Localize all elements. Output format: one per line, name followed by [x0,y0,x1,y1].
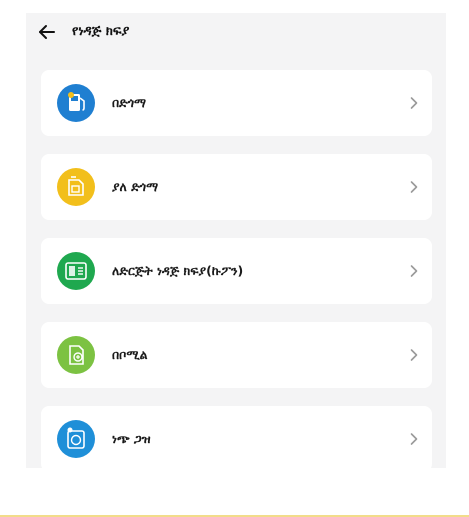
option-icon-circle [57,336,95,374]
option-label: ነጭ ጋዝ [112,431,151,446]
fuel-can-icon [68,176,84,196]
option-icon-circle [57,252,95,290]
document-icon [69,345,84,365]
option-label: ለድርጅት ነዳጅ ክፍያ(ኩፖን) [112,263,244,278]
option-kerosene[interactable]: ነጭ ጋዝ [41,406,432,468]
gas-tank-icon [67,427,85,449]
chevron-right-icon [410,181,418,193]
option-label: ያለ ድጎማ [112,179,159,194]
option-unsubsidized[interactable]: ያለ ድጎማ [41,154,432,220]
option-company-coupon[interactable]: ለድርጅት ነዳጅ ክፍያ(ኩፖን) [41,238,432,304]
chevron-right-icon [410,433,418,445]
page-title: የነዳጅ ክፍያ [72,24,130,39]
coupon-icon [65,262,87,280]
chevron-right-icon [410,97,418,109]
fuel-payment-screen: የነዳጅ ክፍያ በድጎማ ያለ ድጎማ ለድርጅት ነዳጅ ክፍያ(ኩፖን) … [26,13,446,468]
option-subsidized[interactable]: በድጎማ [41,70,432,136]
back-arrow-icon[interactable] [38,23,56,41]
option-icon-circle [57,168,95,206]
option-label: በቦሚል [112,347,148,362]
option-icon-circle [57,420,95,458]
chevron-right-icon [410,265,418,277]
chevron-right-icon [410,349,418,361]
option-bomil[interactable]: በቦሚል [41,322,432,388]
option-label: በድጎማ [112,95,147,110]
fuel-pump-icon [68,92,85,111]
header: የነዳጅ ክፍያ [26,13,446,53]
option-icon-circle [57,84,95,122]
